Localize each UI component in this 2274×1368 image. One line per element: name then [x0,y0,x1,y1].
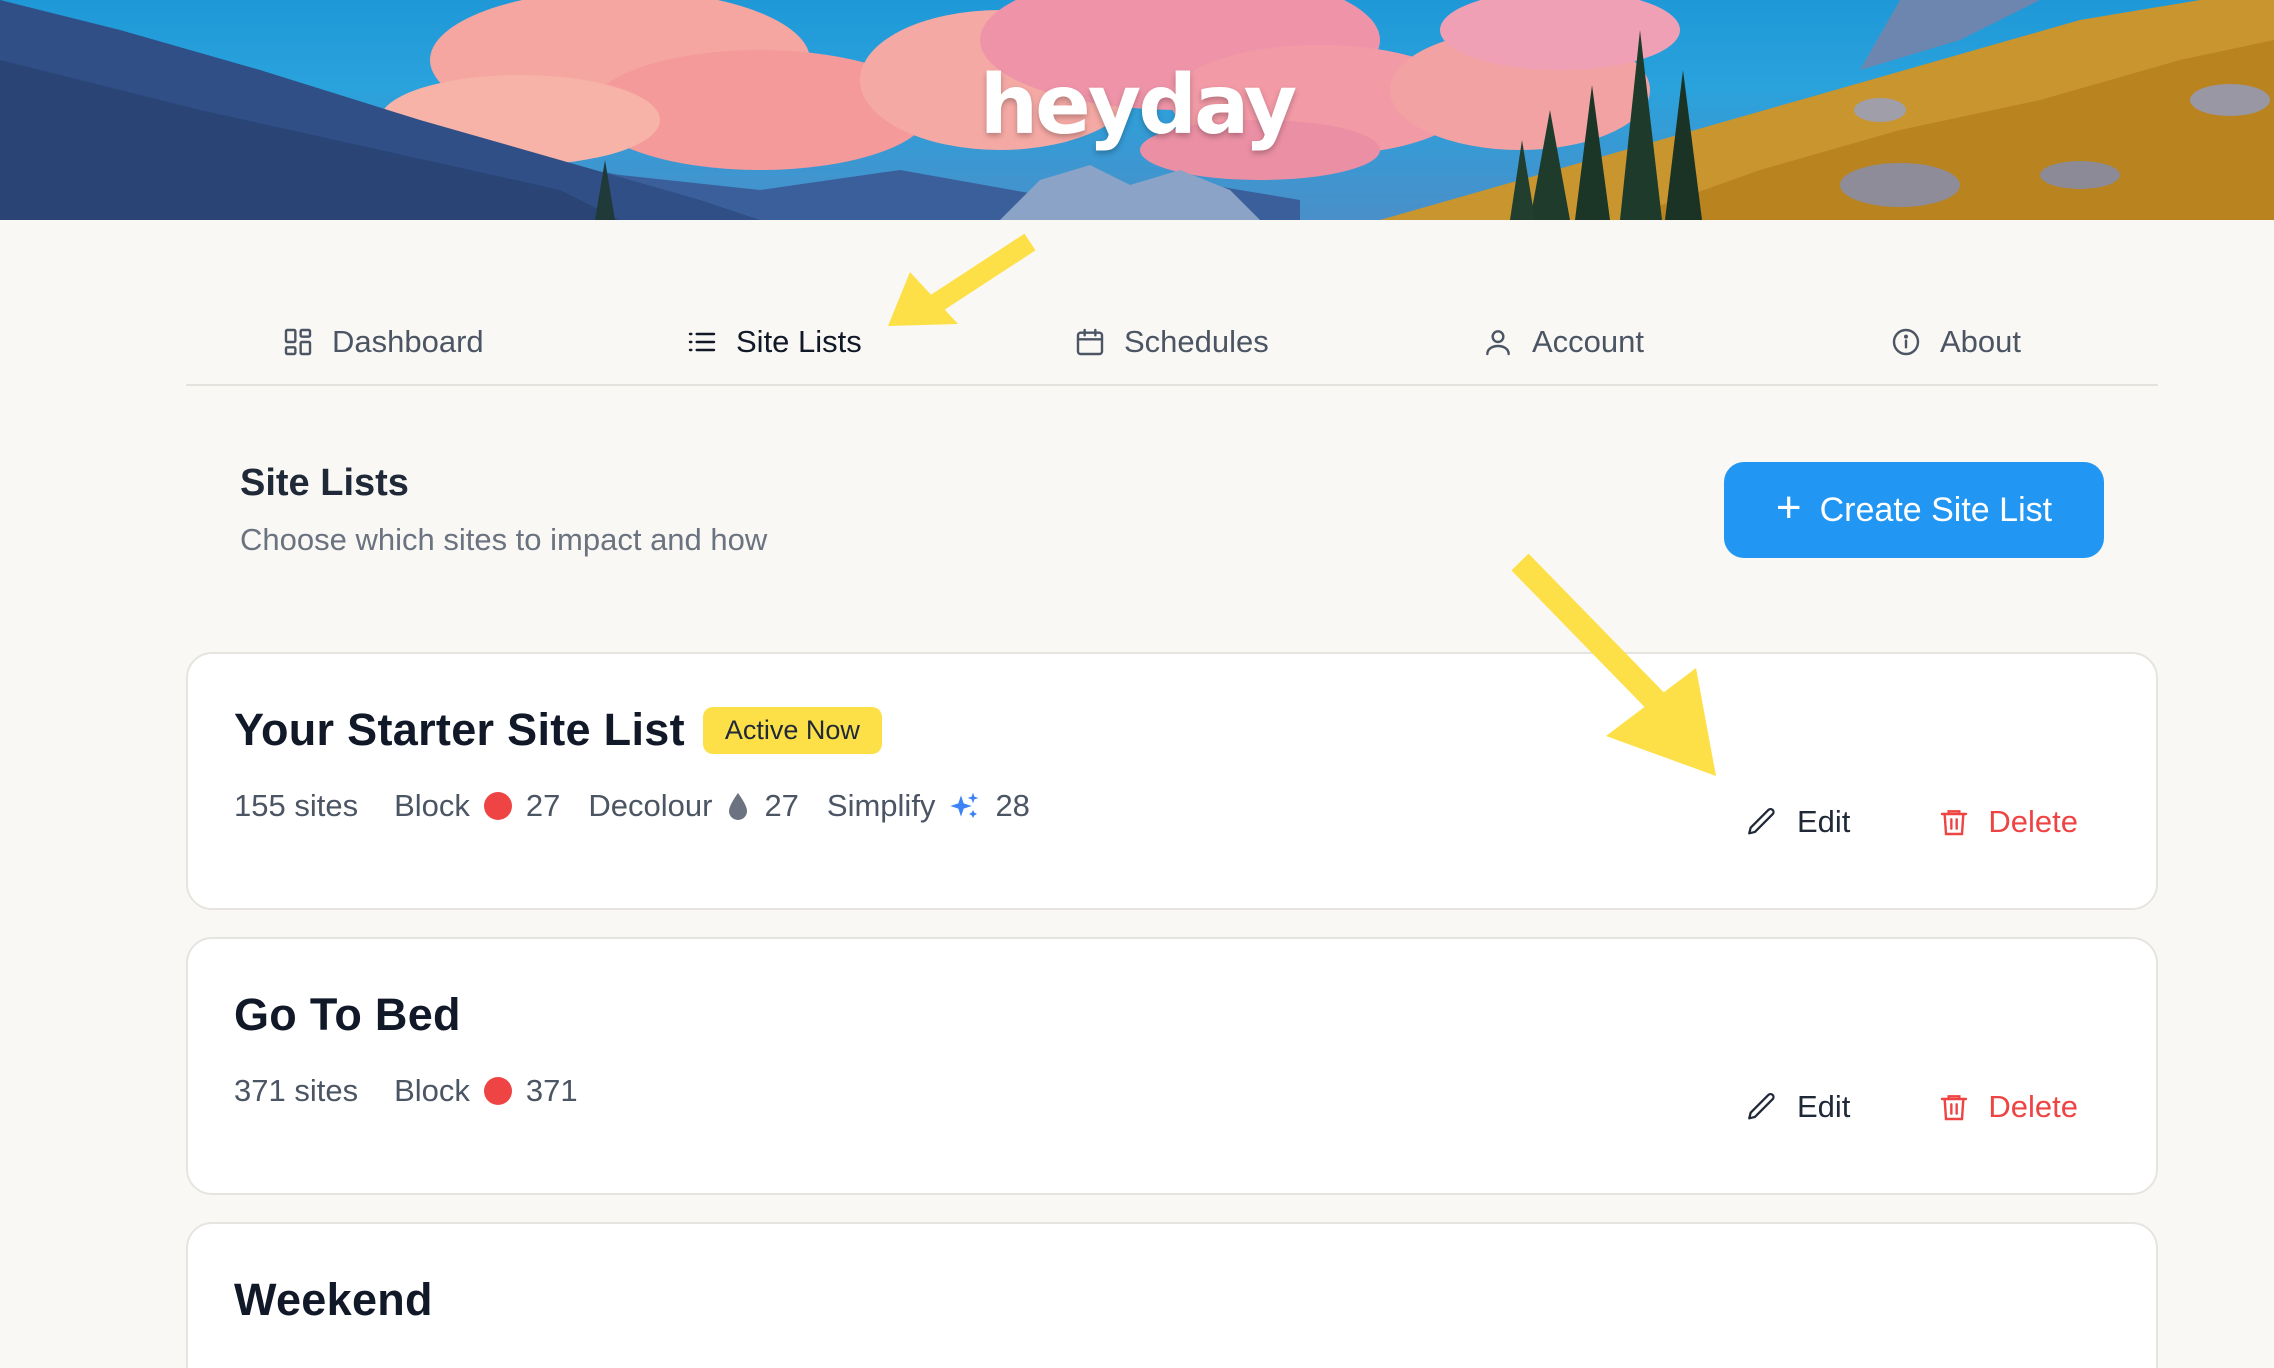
trash-icon [1941,810,1968,836]
card-title-row: Go To Bed [234,989,461,1041]
nav-about[interactable]: About [1890,322,2021,362]
block-stat: Block 371 [394,1073,578,1109]
decolour-count: 27 [764,788,799,823]
card-title-row: Your Starter Site List Active Now [234,704,882,756]
page-title: Site Lists [240,462,409,504]
site-list-name: Weekend [234,1274,433,1325]
site-count: 371 sites [234,1073,359,1108]
nav-schedules[interactable]: Schedules [1074,322,1269,362]
user-icon [1486,330,1510,356]
site-list-stats: 371 sites Block 371 [234,1073,606,1109]
droplet-icon [729,793,748,820]
delete-label: Delete [1988,1089,2078,1124]
block-count: 27 [525,788,561,823]
delete-label: Delete [1988,804,2078,839]
simplify-count: 28 [995,788,1030,823]
simplify-stat: Simplify 28 [827,788,1030,824]
trash-icon [1941,1095,1968,1121]
nav-dashboard-label: Dashboard [332,324,484,359]
block-label: Block [394,788,470,823]
list-icon [688,332,716,352]
pencil-icon [1748,1092,1775,1120]
page-subtitle: Choose which sites to impact and how [240,522,768,557]
decolour-label: Decolour [588,788,713,823]
nav-about-label: About [1940,324,2022,359]
calendar-icon [1076,328,1104,356]
site-list-card: Your Starter Site List Active Now 155 si… [186,652,2158,910]
nav-account-label: Account [1532,324,1645,359]
block-dot-icon [483,1077,512,1105]
nav-account[interactable]: Account [1482,322,1644,362]
info-icon [1892,328,1920,356]
site-list-card: Go To Bed 371 sites Block 371 Edit Delet… [186,937,2158,1195]
site-list-name: Your Starter Site List [234,704,685,755]
card-actions: Edit Delete [1745,804,2078,840]
simplify-label: Simplify [826,788,936,823]
active-now-badge: Active Now [702,706,882,754]
edit-button[interactable]: Edit [1745,1089,1850,1125]
site-list-name: Go To Bed [234,989,461,1040]
decolour-stat: Decolour 27 [588,788,799,824]
create-site-list-label: Create Site List [1819,490,2053,529]
card-actions: Edit Delete [1745,1089,2078,1125]
site-count: 155 sites [234,788,359,823]
nav-site-lists-label: Site Lists [736,324,862,359]
nav-site-lists[interactable]: Site Lists [686,322,862,362]
header-banner: heyday [0,0,2274,220]
create-site-list-button[interactable]: + Create Site List [1724,462,2104,558]
pencil-icon [1748,807,1775,835]
block-label: Block [394,1073,470,1108]
site-list-stats: 155 sites Block 27 Decolour 27 Simplify … [234,788,1058,824]
plus-icon: + [1775,483,1802,532]
edit-button[interactable]: Edit [1745,804,1850,840]
site-list-card: Weekend [186,1222,2158,1368]
sparkle-icon [950,792,979,818]
delete-button[interactable]: Delete [1938,1089,2078,1125]
block-dot-icon [483,792,512,820]
dashboard-grid-icon [284,328,312,356]
nav-schedules-label: Schedules [1124,324,1269,359]
main-nav: Dashboard Site Lists Schedules Account A… [186,292,2158,386]
edit-label: Edit [1796,1089,1851,1124]
block-stat: Block 27 [394,788,560,824]
card-title-row: Weekend [234,1274,433,1326]
edit-label: Edit [1796,804,1851,839]
delete-button[interactable]: Delete [1938,804,2078,840]
heyday-logo: heyday [979,58,1297,153]
nav-dashboard[interactable]: Dashboard [282,322,484,362]
block-count: 371 [525,1073,578,1108]
